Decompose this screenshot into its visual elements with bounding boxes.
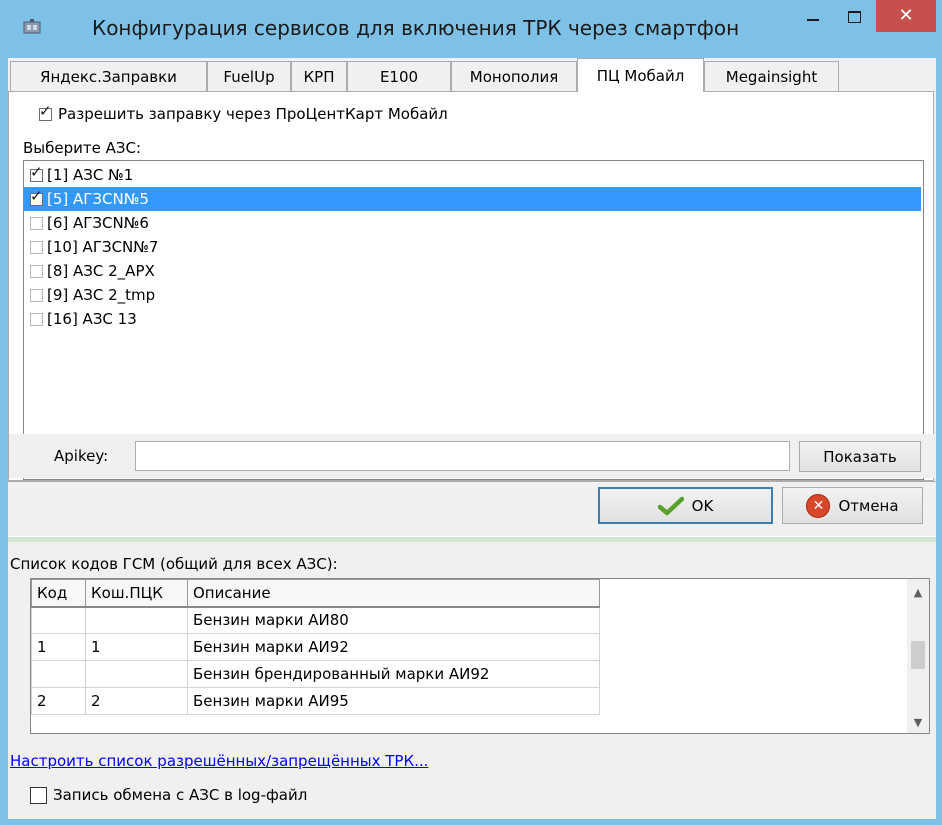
cell-description[interactable]: Бензин марки АИ95: [187, 687, 600, 715]
table-row[interactable]: 1 1 Бензин марки АИ92: [31, 633, 600, 661]
list-item[interactable]: [6] АГЗСN№6: [24, 211, 921, 235]
list-item[interactable]: [9] АЗС 2_tmp: [24, 283, 921, 307]
cell-kosh[interactable]: [85, 660, 188, 688]
list-item[interactable]: ✓ [5] АГЗСN№5: [24, 187, 921, 211]
station-label: [6] АГЗСN№6: [47, 214, 149, 232]
station-checkbox[interactable]: [30, 264, 43, 278]
apikey-label: Apikey:: [54, 447, 109, 465]
station-list[interactable]: ✓ [1] АЗС №1 ✓ [5] АГЗСN№5 [6] АГЗСN№6 […: [23, 160, 924, 480]
cell-description[interactable]: Бензин брендированный марки АИ92: [187, 660, 600, 688]
check-icon: ✓: [30, 162, 43, 181]
checkmark-icon: [657, 496, 684, 515]
cell-code[interactable]: [31, 606, 86, 634]
check-icon: ✓: [30, 186, 43, 205]
station-checkbox[interactable]: [30, 216, 43, 230]
select-station-label: Выберите АЗС:: [23, 139, 142, 157]
show-button[interactable]: Показать: [799, 441, 921, 472]
tab-krp[interactable]: КРП: [291, 61, 347, 91]
fuel-codes-table: Код Кош.ПЦК Описание Бензин марки АИ80 1…: [31, 579, 600, 715]
table-header-row: Код Кош.ПЦК Описание: [31, 579, 600, 608]
cell-kosh[interactable]: [85, 606, 188, 634]
apikey-input[interactable]: [135, 441, 790, 471]
pc-mobile-panel: ✓ Разрешить заправку через ПроЦентКарт М…: [8, 91, 935, 481]
list-item[interactable]: ✓ [1] АЗС №1: [24, 163, 921, 187]
ok-label: OK: [691, 496, 714, 515]
station-checkbox[interactable]: [30, 288, 43, 302]
dialog-window: Конфигурация сервисов для включения ТРК …: [0, 0, 942, 825]
allow-refuel-checkbox-row[interactable]: ✓ Разрешить заправку через ПроЦентКарт М…: [39, 103, 448, 123]
check-icon: ✓: [39, 101, 52, 120]
tab-pc-mobile[interactable]: ПЦ Мобайл: [577, 58, 704, 92]
tab-yandex[interactable]: Яндекс.Заправки: [10, 61, 207, 91]
log-checkbox-label: Запись обмена с АЗС в log-файл: [53, 786, 308, 804]
station-label: [9] АЗС 2_tmp: [47, 286, 156, 304]
minimize-icon: [807, 19, 819, 21]
station-checkbox[interactable]: ✓: [30, 188, 43, 206]
tab-fuelup[interactable]: FuelUp: [207, 61, 291, 91]
tab-megainsight[interactable]: Megainsight: [704, 61, 839, 91]
cell-kosh[interactable]: 1: [85, 633, 188, 661]
cell-code[interactable]: 2: [31, 687, 86, 715]
cell-description[interactable]: Бензин марки АИ92: [187, 633, 600, 661]
column-header-kosh[interactable]: Кош.ПЦК: [85, 579, 188, 608]
allow-refuel-checkbox[interactable]: ✓: [39, 103, 52, 121]
cell-code[interactable]: 1: [31, 633, 86, 661]
table-row[interactable]: 2 2 Бензин марки АИ95: [31, 687, 600, 715]
cell-description[interactable]: Бензин марки АИ80: [187, 606, 600, 634]
close-button[interactable]: ✕: [876, 0, 936, 32]
allow-refuel-label: Разрешить заправку через ПроЦентКарт Моб…: [58, 105, 448, 123]
station-checkbox[interactable]: [30, 240, 43, 254]
list-item[interactable]: [8] АЗС 2_APX: [24, 259, 921, 283]
tab-strip: Яндекс.Заправки FuelUp КРП E100 Монополи…: [8, 58, 936, 92]
station-label: [5] АГЗСN№5: [47, 190, 149, 208]
station-checkbox[interactable]: [30, 312, 43, 326]
scroll-up-icon[interactable]: ▲: [907, 581, 929, 603]
cancel-icon: ✕: [806, 493, 831, 518]
client-area: Яндекс.Заправки FuelUp КРП E100 Монополи…: [8, 58, 936, 819]
log-checkbox[interactable]: [30, 786, 47, 804]
maximize-icon: [847, 11, 861, 23]
column-header-code[interactable]: Код: [31, 579, 86, 608]
cancel-label: Отмена: [838, 496, 899, 515]
station-label: [10] АГЗСN№7: [47, 238, 159, 256]
scroll-thumb[interactable]: [911, 641, 925, 669]
window-title: Конфигурация сервисов для включения ТРК …: [92, 16, 740, 40]
vertical-scrollbar[interactable]: ▲ ▼: [907, 579, 929, 733]
log-checkbox-row[interactable]: Запись обмена с АЗС в log-файл: [30, 786, 307, 804]
station-checkbox[interactable]: ✓: [30, 164, 43, 182]
fuel-codes-grid[interactable]: Код Кош.ПЦК Описание Бензин марки АИ80 1…: [30, 578, 930, 734]
station-label: [16] АЗС 13: [47, 310, 137, 328]
list-item[interactable]: [16] АЗС 13: [24, 307, 921, 331]
column-header-description[interactable]: Описание: [187, 579, 600, 608]
station-label: [1] АЗС №1: [47, 166, 134, 184]
dialog-button-panel: OK ✕ Отмена: [8, 481, 936, 537]
maximize-button[interactable]: [834, 0, 874, 34]
cell-kosh[interactable]: 2: [85, 687, 188, 715]
station-label: [8] АЗС 2_APX: [47, 262, 155, 280]
tab-monopolia[interactable]: Монополия: [451, 61, 577, 91]
tab-e100[interactable]: E100: [347, 61, 451, 91]
table-row[interactable]: Бензин брендированный марки АИ92: [31, 660, 600, 688]
list-item[interactable]: [10] АГЗСN№7: [24, 235, 921, 259]
cancel-button[interactable]: ✕ Отмена: [782, 487, 923, 524]
configure-pumps-link[interactable]: Настроить список разрешённых/запрещённых…: [10, 752, 428, 770]
scroll-down-icon[interactable]: ▼: [907, 711, 929, 733]
title-bar[interactable]: Конфигурация сервисов для включения ТРК …: [0, 0, 942, 58]
splitter[interactable]: [8, 537, 936, 542]
cell-code[interactable]: [31, 660, 86, 688]
minimize-button[interactable]: [793, 0, 833, 34]
fuel-codes-label: Список кодов ГСМ (общий для всех АЗС):: [10, 555, 338, 573]
close-icon: ✕: [898, 5, 914, 26]
ok-button[interactable]: OK: [598, 487, 773, 524]
table-row[interactable]: Бензин марки АИ80: [31, 606, 600, 634]
app-icon: [23, 19, 41, 34]
apikey-row: Apikey: Показать: [9, 434, 935, 478]
